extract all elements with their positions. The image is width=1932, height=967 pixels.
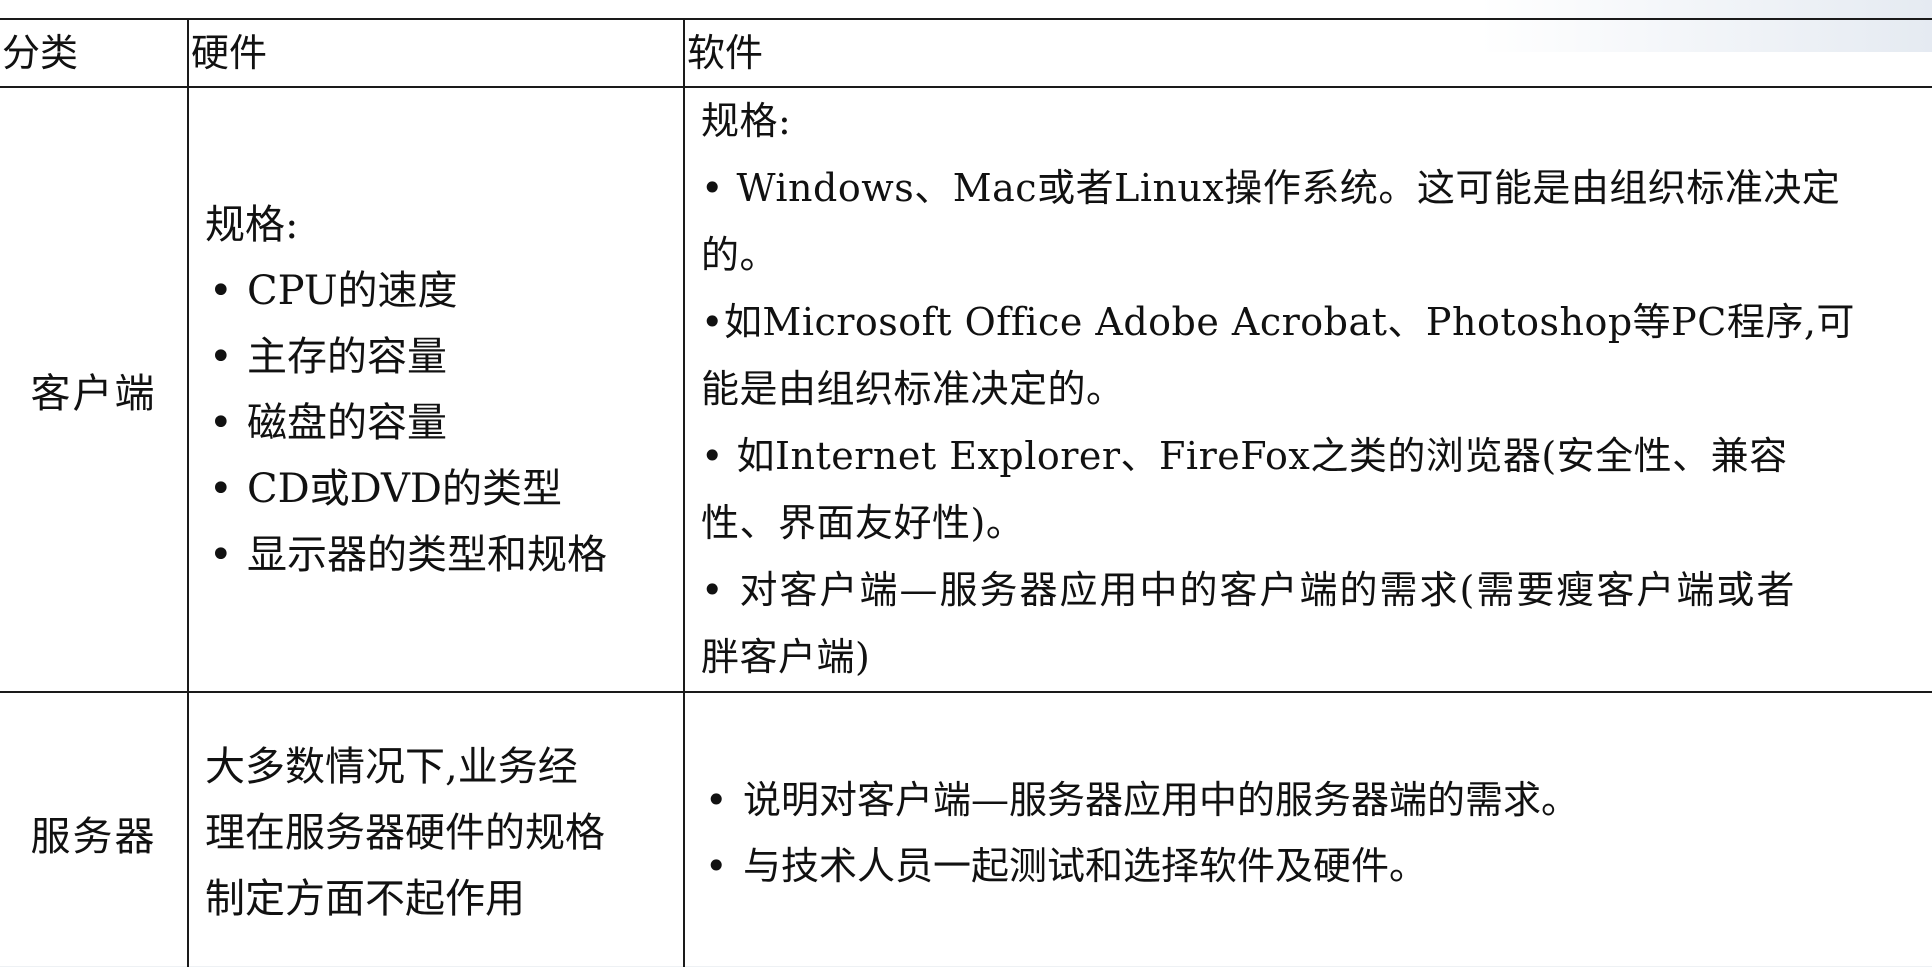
header-hardware: 硬件 bbox=[187, 18, 685, 88]
client-software: 规格: • Windows、Mac或者Linux操作系统。这可能是由组织标准决定… bbox=[683, 86, 1932, 693]
list-item: •如Microsoft Office Adobe Acrobat、Photosh… bbox=[701, 300, 1855, 344]
server-hardware-line: 大多数情况下,业务经 bbox=[205, 744, 578, 790]
spec-table: 分类 硬件 软件 客户端 规格: • CPU的速度 • 主存的容量 • 磁盘的容量 •… bbox=[0, 18, 1932, 967]
list-item: • 主存的容量 bbox=[205, 324, 677, 390]
list-item: • 显示器的类型和规格 bbox=[205, 522, 677, 588]
list-item: • Windows、Mac或者Linux操作系统。这可能是由组织标准决定 bbox=[701, 166, 1841, 210]
list-item: • CPU的速度 bbox=[205, 258, 677, 324]
list-item-continuation: 的。 bbox=[701, 233, 779, 277]
client-category: 客户端 bbox=[0, 86, 189, 693]
bullet-icon: • bbox=[209, 465, 233, 512]
list-item: • 与技术人员一起测试和选择软件及硬件。 bbox=[701, 833, 1922, 899]
server-hardware: 大多数情况下,业务经 理在服务器硬件的规格 制定方面不起作用 bbox=[187, 691, 685, 967]
bullet-icon: • bbox=[209, 531, 233, 578]
client-hardware-title: 规格: bbox=[205, 201, 299, 248]
server-hardware-line: 理在服务器硬件的规格 bbox=[205, 810, 605, 856]
bullet-icon: • bbox=[705, 844, 728, 888]
list-item: • 如Internet Explorer、FireFox之类的浏览器(安全性、兼… bbox=[701, 434, 1788, 478]
bullet-icon: • bbox=[209, 333, 233, 380]
table-row-client: 客户端 规格: • CPU的速度 • 主存的容量 • 磁盘的容量 • CD或DVD的类型… bbox=[0, 86, 1932, 693]
server-software: • 说明对客户端—服务器应用中的服务器端的需求。 • 与技术人员一起测试和选择软件及… bbox=[683, 691, 1932, 967]
list-item: • 说明对客户端—服务器应用中的服务器端的需求。 bbox=[701, 767, 1922, 833]
document-page: 分类 硬件 软件 客户端 规格: • CPU的速度 • 主存的容量 • 磁盘的容量 •… bbox=[0, 0, 1932, 967]
header-software: 软件 bbox=[683, 18, 1932, 88]
list-item: • 磁盘的容量 bbox=[205, 390, 677, 456]
server-category: 服务器 bbox=[0, 691, 189, 967]
server-hardware-line: 制定方面不起作用 bbox=[205, 876, 525, 922]
list-item-continuation: 性、界面友好性)。 bbox=[701, 501, 1025, 545]
bullet-icon: • bbox=[705, 778, 728, 822]
table-header-row: 分类 硬件 软件 bbox=[0, 18, 1932, 88]
list-item: • 对客户端—服务器应用中的客户端的需求(需要瘦客户端或者 bbox=[701, 568, 1797, 612]
list-item-continuation: 胖客户端) bbox=[701, 635, 871, 679]
list-item: • CD或DVD的类型 bbox=[205, 456, 677, 522]
table-row-server: 服务器 大多数情况下,业务经 理在服务器硬件的规格 制定方面不起作用 • 说明对客… bbox=[0, 691, 1932, 967]
header-category: 分类 bbox=[0, 18, 189, 88]
client-hardware: 规格: • CPU的速度 • 主存的容量 • 磁盘的容量 • CD或DVD的类型 • 显示… bbox=[187, 86, 685, 693]
client-software-title: 规格: bbox=[701, 99, 792, 143]
bullet-icon: • bbox=[209, 267, 233, 314]
list-item-continuation: 能是由组织标准决定的。 bbox=[701, 367, 1125, 411]
bullet-icon: • bbox=[209, 399, 233, 446]
